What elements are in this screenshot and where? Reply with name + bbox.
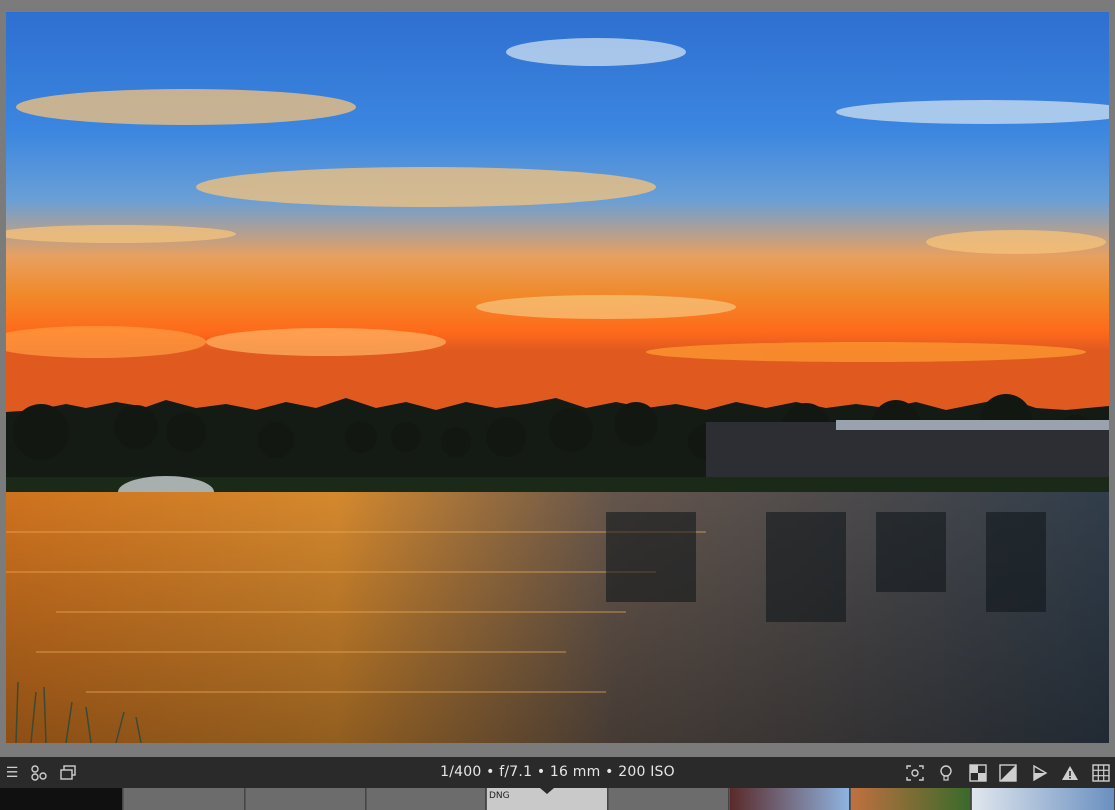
grid-icon[interactable] <box>1091 763 1111 783</box>
bottom-toolbar: ☰ 1/400 • f/7.1 • 16 mm • 200 ISO <box>0 757 1115 788</box>
image-viewer[interactable] <box>0 0 1115 757</box>
photo-preview[interactable] <box>6 12 1109 743</box>
filmstrip: DNG <box>0 788 1115 810</box>
filmstrip-thumb[interactable] <box>730 788 850 810</box>
filmstrip-thumb[interactable] <box>367 788 486 810</box>
lightbulb-icon[interactable] <box>936 763 956 783</box>
filmstrip-thumb[interactable] <box>609 788 729 810</box>
warning-icon[interactable] <box>1060 763 1080 783</box>
filmstrip-thumb[interactable] <box>124 788 245 810</box>
contrast-icon[interactable] <box>998 763 1018 783</box>
file-type-badge: DNG <box>489 791 510 801</box>
sunset-lake-photo <box>6 12 1109 743</box>
focus-frame-icon[interactable] <box>905 763 925 783</box>
softproof-icon[interactable] <box>1030 763 1050 783</box>
filmstrip-thumb[interactable] <box>851 788 971 810</box>
current-image-marker <box>540 788 554 794</box>
filmstrip-thumb[interactable] <box>972 788 1115 810</box>
filmstrip-thumb[interactable] <box>246 788 366 810</box>
checker-icon[interactable] <box>968 763 988 783</box>
filmstrip-thumb[interactable] <box>0 788 123 810</box>
